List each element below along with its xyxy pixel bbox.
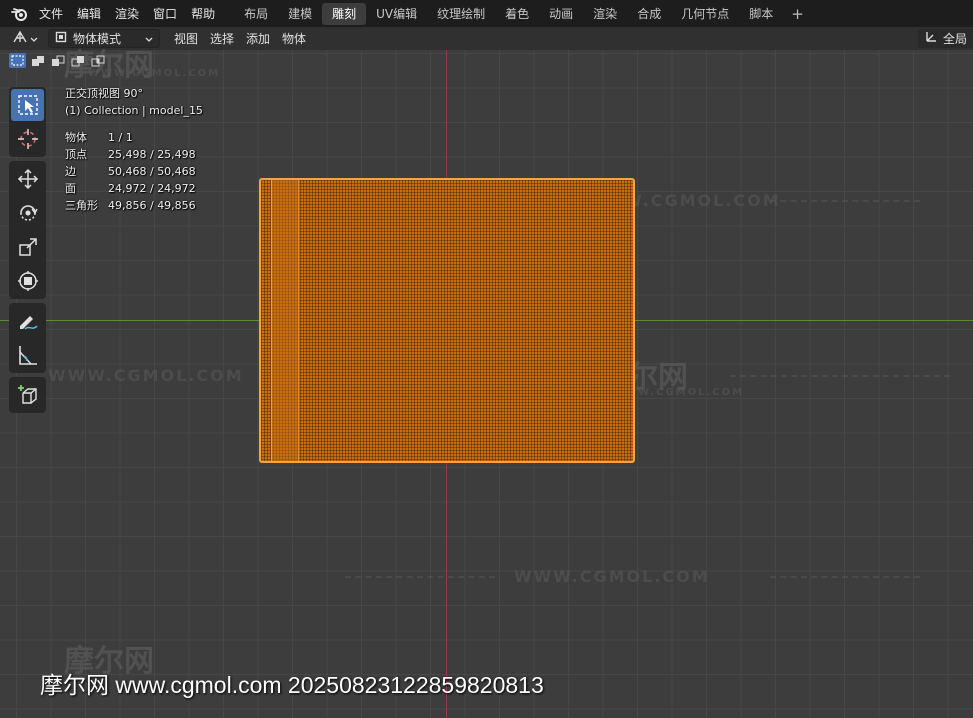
tab-uv-editing[interactable]: UV编辑	[366, 3, 427, 25]
workspace-tabs: 布局 建模 雕刻 UV编辑 纹理绘制 着色 动画 渲染 合成 几何节点 脚本 +	[234, 2, 812, 25]
3d-viewport[interactable]: 摩尔网 WWW.CGMOL.COM WWW.CGMOL.COM WWW.CGMO…	[0, 48, 973, 718]
watermark-site: WWW.CGMOL.COM	[48, 366, 244, 385]
add-cube-icon[interactable]	[11, 379, 44, 411]
orientation-label: 全局	[942, 32, 967, 46]
select-box-icon[interactable]	[11, 89, 44, 121]
watermark-dash	[730, 375, 950, 377]
menu-render[interactable]: 渲染	[108, 3, 146, 25]
select-new-icon[interactable]	[9, 53, 26, 68]
tab-shading[interactable]: 着色	[495, 3, 539, 25]
tab-modeling[interactable]: 建模	[278, 3, 322, 25]
stat-value: 49,856 / 49,856	[108, 199, 196, 212]
viewport-info-overlay: 正交顶视图 90° (1) Collection | model_15 物体 1…	[65, 85, 203, 214]
select-intersect-icon[interactable]	[89, 53, 106, 68]
menu-window[interactable]: 窗口	[146, 3, 184, 25]
selected-object-model[interactable]	[259, 178, 635, 463]
tab-geometry-nodes[interactable]: 几何节点	[671, 3, 739, 25]
view-name: 正交顶视图 90°	[65, 87, 143, 100]
select-subtract-icon[interactable]	[49, 53, 66, 68]
stat-triangles: 三角形 49,856 / 49,856	[65, 197, 203, 214]
tab-animation[interactable]: 动画	[539, 3, 583, 25]
annotate-icon[interactable]	[11, 305, 44, 337]
add-workspace-button[interactable]: +	[783, 5, 812, 23]
stat-label: 顶点	[65, 148, 87, 161]
selection-mode-buttons	[9, 53, 106, 68]
transform-icon[interactable]	[11, 265, 44, 297]
stat-value: 1 / 1	[108, 131, 133, 144]
stat-value: 24,972 / 24,972	[108, 182, 196, 195]
watermark-site: WWW.CGMOL.COM	[514, 567, 710, 586]
stat-value: 25,498 / 25,498	[108, 148, 196, 161]
tool-group-transform	[9, 161, 46, 299]
tab-layout[interactable]: 布局	[234, 3, 278, 25]
move-icon[interactable]	[11, 163, 44, 195]
cursor-icon[interactable]	[11, 123, 44, 155]
select-invert-icon[interactable]	[69, 53, 86, 68]
menu-file[interactable]: 文件	[32, 3, 70, 25]
menu-object[interactable]: 物体	[276, 30, 312, 47]
tool-group-add	[9, 377, 46, 413]
tab-texture-paint[interactable]: 纹理绘制	[427, 3, 495, 25]
editor-type-icon	[12, 30, 28, 47]
stat-objects: 物体 1 / 1	[65, 129, 203, 146]
tab-sculpting[interactable]: 雕刻	[322, 2, 367, 25]
tab-compositing[interactable]: 合成	[627, 3, 671, 25]
tool-group-annotate	[9, 303, 46, 373]
tab-scripting[interactable]: 脚本	[739, 3, 783, 25]
scale-icon[interactable]	[11, 231, 44, 263]
collection-info: (1) Collection | model_15	[65, 104, 203, 117]
editor-type-button[interactable]	[8, 29, 42, 48]
watermark-dash	[770, 576, 920, 578]
watermark-dash	[770, 200, 920, 202]
stat-label: 三角形	[65, 199, 98, 212]
bottom-watermark-text: 摩尔网 www.cgmol.com 20250823122859820813	[40, 672, 544, 698]
tab-rendering[interactable]: 渲染	[583, 3, 627, 25]
tool-group-select	[9, 87, 46, 157]
watermark-dash	[345, 576, 495, 578]
watermark-site-small: WWW.CGMOL.COM	[88, 68, 221, 79]
tool-shelf	[9, 87, 46, 417]
menu-add[interactable]: 添加	[240, 30, 276, 47]
menu-view[interactable]: 视图	[168, 30, 204, 47]
measure-icon[interactable]	[11, 339, 44, 371]
stat-label: 边	[65, 165, 76, 178]
menu-select[interactable]: 选择	[204, 30, 240, 47]
rotate-icon[interactable]	[11, 197, 44, 229]
menu-help[interactable]: 帮助	[184, 3, 222, 25]
scene-statistics: 物体 1 / 1 顶点 25,498 / 25,498 边 50,468 / 5…	[65, 129, 203, 214]
top-menubar: 文件 编辑 渲染 窗口 帮助 布局 建模 雕刻 UV编辑 纹理绘制 着色 动画 …	[0, 0, 973, 27]
blender-window: 文件 编辑 渲染 窗口 帮助 布局 建模 雕刻 UV编辑 纹理绘制 着色 动画 …	[0, 0, 973, 718]
select-extend-icon[interactable]	[29, 53, 46, 68]
transform-orientation-select[interactable]: 全局	[917, 29, 973, 48]
stat-vertices: 顶点 25,498 / 25,498	[65, 146, 203, 163]
orientation-icon	[924, 30, 938, 47]
model-spine-strip	[271, 180, 299, 461]
stat-value: 50,468 / 50,468	[108, 165, 196, 178]
blender-logo-icon[interactable]	[8, 3, 32, 25]
stat-edges: 边 50,468 / 50,468	[65, 163, 203, 180]
stat-faces: 面 24,972 / 24,972	[65, 180, 203, 197]
stat-label: 物体	[65, 131, 87, 144]
chevron-down-icon	[30, 32, 38, 46]
stat-label: 面	[65, 182, 76, 195]
menu-edit[interactable]: 编辑	[70, 3, 108, 25]
